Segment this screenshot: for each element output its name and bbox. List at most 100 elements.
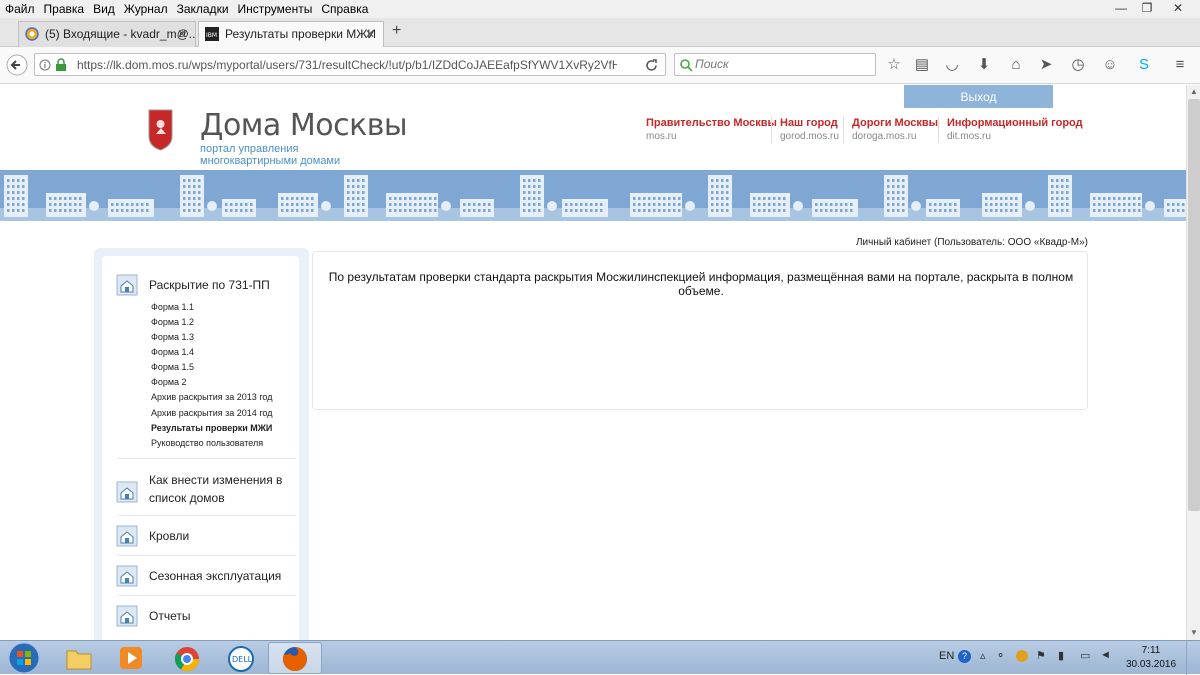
menu-view[interactable]: Вид (88, 0, 119, 16)
pocket-icon[interactable]: ◡ (942, 55, 962, 75)
sidebar-link-archive-2014[interactable]: Архив раскрытия за 2014 год (151, 408, 272, 418)
restore-button[interactable]: ❐ (1134, 0, 1160, 17)
tab-close-icon[interactable]: ✕ (177, 22, 187, 46)
menu-file[interactable]: Файл (0, 0, 39, 16)
search-input[interactable] (695, 57, 865, 71)
reload-icon[interactable] (645, 59, 658, 72)
page-scrollbar[interactable]: ▲ ▼ (1186, 85, 1200, 640)
taskbar-explorer[interactable] (52, 642, 106, 674)
volume-icon[interactable]: ◄ (1100, 649, 1111, 661)
url-text[interactable]: https://lk.dom.mos.ru/wps/myportal/users… (77, 58, 617, 72)
windows-start-icon[interactable] (4, 641, 44, 675)
tab-close-icon[interactable]: ✕ (365, 22, 375, 46)
sidebar: Раскрытие по 731-ПП Форма 1.1 Форма 1.2 … (94, 248, 309, 640)
firefox-icon (282, 647, 307, 671)
menu-edit[interactable]: Правка (39, 0, 89, 16)
search-engine-icon[interactable] (679, 58, 693, 72)
link-moscow-roads[interactable]: Дороги Москвы doroga.mos.ru (852, 117, 938, 142)
sidebar-section-title[interactable]: Как внести изменения в список домов (149, 471, 282, 507)
sidebar-link-inspection-results[interactable]: Результаты проверки МЖИ (151, 423, 272, 433)
sidebar-section-title[interactable]: Кровли (149, 527, 189, 545)
hamburger-menu-icon[interactable]: ≡ (1170, 55, 1190, 75)
skype-icon[interactable]: S (1134, 55, 1154, 75)
url-bar[interactable]: https://lk.dom.mos.ru/wps/myportal/users… (34, 53, 666, 76)
logout-button[interactable]: Выход (904, 85, 1053, 108)
taskbar-dell[interactable]: DELL (214, 642, 268, 674)
tab-results[interactable]: IBM Результаты проверки МЖИ ✕ (198, 21, 384, 48)
city-skyline-banner (0, 170, 1186, 221)
link-title[interactable]: Дороги Москвы (852, 117, 938, 129)
divider (118, 595, 296, 596)
skype-tray-icon[interactable]: ⚬ (996, 649, 1005, 662)
navigation-bar: https://lk.dom.mos.ru/wps/myportal/users… (0, 47, 1200, 84)
brand-subtitle-line: многоквартирными домами (200, 155, 341, 167)
link-our-city[interactable]: Наш город gorod.mos.ru (780, 117, 839, 142)
show-desktop-button[interactable] (1186, 641, 1200, 675)
scroll-down-icon[interactable]: ▼ (1190, 628, 1198, 637)
sidebar-section-title[interactable]: Отчеты (149, 607, 190, 625)
battery-icon[interactable]: ▭ (1080, 649, 1090, 662)
house-icon (116, 481, 138, 503)
scroll-up-icon[interactable]: ▲ (1190, 87, 1198, 96)
flag-tray-icon[interactable]: ⚑ (1036, 649, 1046, 662)
link-moscow-government[interactable]: Правительство Москвы mos.ru (646, 117, 777, 142)
info-icon[interactable] (39, 59, 51, 71)
lock-icon[interactable] (55, 58, 67, 71)
network-icon[interactable]: ▮ (1058, 649, 1064, 662)
sidebar-link-form-1-1[interactable]: Форма 1.1 (151, 302, 194, 312)
result-panel: По результатам проверки стандарта раскры… (312, 251, 1088, 410)
sidebar-section-title-line: Как внести изменения в (149, 473, 283, 487)
divider (938, 117, 939, 143)
sidebar-link-user-guide[interactable]: Руководство пользователя (151, 438, 263, 448)
antivirus-tray-icon[interactable] (1016, 650, 1028, 662)
home-icon[interactable]: ⌂ (1006, 55, 1026, 75)
link-title[interactable]: Правительство Москвы (646, 117, 777, 129)
language-indicator[interactable]: EN (939, 650, 954, 662)
show-hidden-icons-icon[interactable]: ▵ (980, 649, 986, 662)
taskbar-media-player[interactable] (104, 642, 158, 674)
bookmark-star-icon[interactable]: ☆ (884, 55, 904, 75)
dell-icon: DELL (228, 646, 254, 672)
send-icon[interactable]: ➤ (1036, 55, 1056, 75)
system-clock[interactable]: 7:11 30.03.2016 (1122, 644, 1180, 672)
clock-date: 30.03.2016 (1125, 659, 1177, 670)
help-tray-icon[interactable]: ? (958, 650, 971, 663)
close-window-button[interactable]: ✕ (1160, 0, 1196, 17)
smiley-icon[interactable]: ☺ (1100, 55, 1120, 75)
sidebar-link-form-2[interactable]: Форма 2 (151, 377, 187, 387)
new-tab-button[interactable]: + (392, 22, 401, 40)
link-title[interactable]: Информационный город (947, 117, 1083, 129)
brand-subtitle-line: портал управления (200, 143, 299, 155)
sidebar-link-form-1-3[interactable]: Форма 1.3 (151, 332, 194, 342)
sidebar-link-form-1-4[interactable]: Форма 1.4 (151, 347, 194, 357)
divider (118, 515, 296, 516)
sidebar-section-title[interactable]: Сезонная эксплуатация (149, 567, 281, 585)
sidebar-link-archive-2013[interactable]: Архив раскрытия за 2013 год (151, 392, 272, 402)
mail-favicon-icon (25, 27, 39, 41)
house-icon (116, 565, 138, 587)
downloads-icon[interactable]: ⬇ (974, 55, 994, 75)
back-icon[interactable] (6, 54, 28, 76)
sidebar-link-form-1-2[interactable]: Форма 1.2 (151, 317, 194, 327)
clock-time: 7:11 (1141, 645, 1161, 656)
tab-mail[interactable]: (5) Входящие - kvadr_m@... ✕ (18, 21, 196, 47)
link-title[interactable]: Наш город (780, 117, 839, 129)
scrollbar-thumb[interactable] (1188, 99, 1200, 511)
personal-cabinet-label: Личный кабинет (Пользователь: ООО «Квадр… (855, 237, 1088, 248)
menu-help[interactable]: Справка (316, 0, 372, 16)
search-field[interactable] (674, 53, 876, 76)
web-page: Выход Дома Москвы портал управления мног… (0, 85, 1186, 640)
brand-title[interactable]: Дома Москвы (200, 108, 408, 143)
menu-history[interactable]: Журнал (119, 0, 172, 16)
taskbar-firefox[interactable] (268, 642, 322, 674)
bookmarks-list-icon[interactable]: ▤ (912, 55, 932, 75)
link-information-city[interactable]: Информационный город dit.mos.ru (947, 117, 1083, 142)
menu-tools[interactable]: Инструменты (233, 0, 317, 16)
taskbar-chrome[interactable] (160, 642, 214, 674)
minimize-button[interactable]: — (1108, 0, 1134, 17)
menu-bookmarks[interactable]: Закладки (172, 0, 233, 16)
windows-taskbar: DELL EN ? ▵ ⚬ ⚑ ▮ ▭ ◄ 7:11 30.03.2016 (0, 640, 1200, 675)
sidebar-section-title[interactable]: Раскрытие по 731-ПП (149, 276, 270, 294)
sidebar-link-form-1-5[interactable]: Форма 1.5 (151, 362, 194, 372)
history-icon[interactable]: ◷ (1068, 55, 1088, 75)
